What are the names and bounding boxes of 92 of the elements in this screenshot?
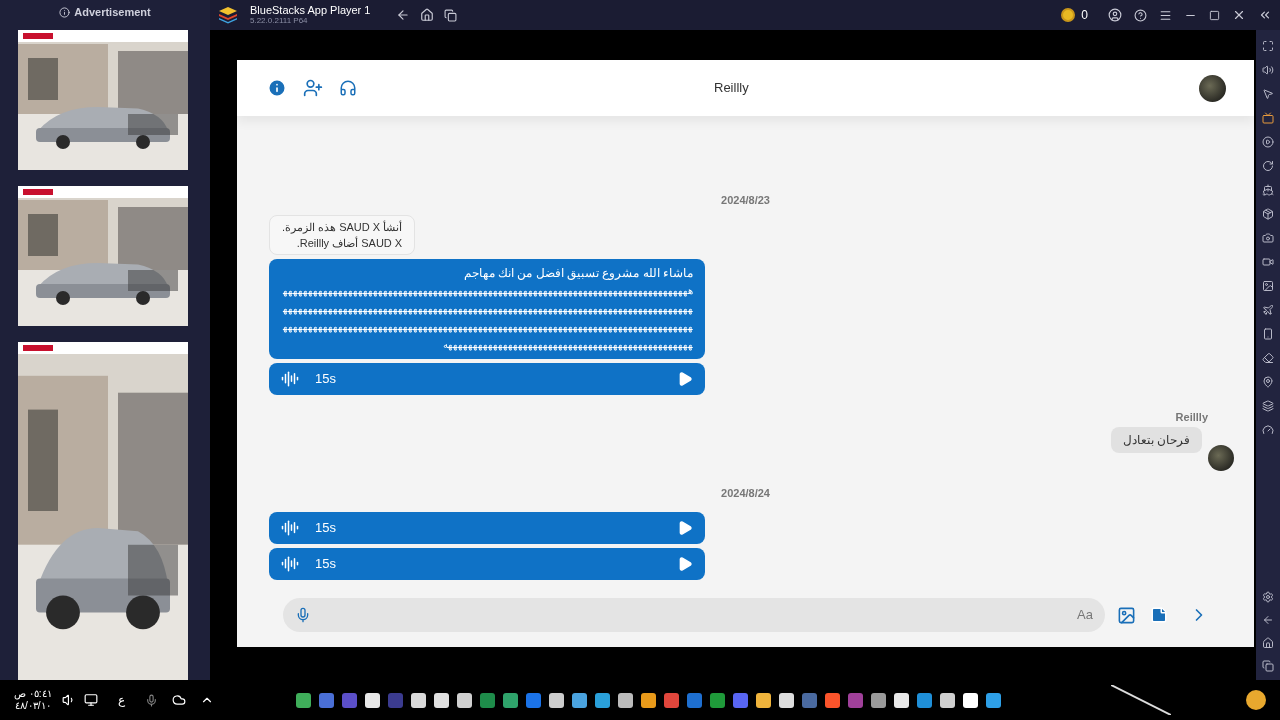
date: ٤٨/٠٣/١٠ — [15, 700, 51, 712]
gauge-icon[interactable] — [1262, 424, 1274, 436]
taskbar-app-icon[interactable] — [916, 692, 932, 708]
avatar[interactable] — [1199, 74, 1226, 102]
taskbar-app-icon[interactable] — [456, 692, 472, 708]
taskbar-app-icon[interactable] — [548, 692, 564, 708]
message-bar[interactable]: Aa — [283, 598, 1105, 632]
taskbar-app-icon[interactable] — [824, 692, 840, 708]
close-icon[interactable] — [1232, 8, 1246, 22]
message-bubble: فرحان بتعادل — [1110, 427, 1202, 453]
info-icon[interactable] — [267, 78, 287, 98]
taskbar-app-icon[interactable] — [502, 692, 518, 708]
sender-name: Reillly — [1175, 409, 1208, 425]
collapse-icon[interactable] — [1258, 8, 1272, 22]
pointer-icon[interactable] — [1262, 88, 1274, 100]
info-icon — [59, 7, 71, 18]
coin-count: 0 — [1081, 7, 1088, 24]
taskbar-app-icon[interactable] — [939, 692, 955, 708]
avatar[interactable] — [1208, 445, 1234, 471]
settings-icon[interactable] — [1262, 591, 1274, 603]
airplane-icon[interactable] — [1262, 304, 1274, 316]
voice-message[interactable]: 15s — [269, 362, 705, 395]
phone-icon[interactable] — [1262, 328, 1274, 340]
taskbar-app-icon[interactable] — [778, 692, 794, 708]
image-icon[interactable] — [1117, 605, 1136, 625]
taskbar-app-icon[interactable] — [410, 692, 426, 708]
app-logo — [218, 6, 238, 24]
date-separator: 2024/8/23 — [721, 193, 770, 208]
camera-icon[interactable] — [1262, 232, 1274, 244]
taskbar-app-icon[interactable] — [755, 692, 771, 708]
add-user-icon[interactable] — [303, 78, 323, 98]
home-icon[interactable] — [1262, 637, 1274, 649]
voice-message[interactable]: 15s — [269, 547, 705, 580]
tv-icon[interactable] — [1262, 112, 1274, 124]
duration: 15s — [315, 369, 336, 388]
taskbar-app-icon[interactable] — [962, 692, 978, 708]
duration: 15s — [315, 518, 336, 537]
play-icon[interactable] — [677, 555, 693, 572]
headset-icon[interactable] — [339, 79, 357, 97]
play-icon[interactable] — [677, 519, 693, 536]
windows-icon[interactable] — [444, 8, 458, 22]
taskbar-app-icon[interactable] — [617, 692, 633, 708]
mic-icon[interactable] — [144, 693, 158, 707]
fullscreen-icon[interactable] — [1262, 40, 1274, 52]
menu-icon[interactable] — [1159, 8, 1172, 22]
taskbar-app-icon[interactable] — [985, 692, 1001, 708]
taskbar-app-icon[interactable] — [364, 692, 380, 708]
date-separator: 2024/8/24 — [721, 486, 770, 501]
play-icon[interactable] — [677, 370, 693, 387]
clock: ٠٥:٤١ ص — [14, 688, 52, 700]
rotate-icon[interactable] — [1262, 160, 1274, 172]
taskbar-app-icon[interactable] — [433, 692, 449, 708]
restore-icon[interactable] — [1209, 9, 1220, 21]
system-notice: أنشأ SAUD X هذه الزمرة. SAUD X أضاف Reillly. — [269, 214, 416, 255]
home-icon[interactable] — [420, 8, 435, 22]
layers-icon[interactable] — [1262, 400, 1274, 412]
version-label: 5.22.0.2111 P64 — [250, 17, 309, 25]
coin-icon — [1061, 8, 1076, 22]
windows-icon[interactable] — [1262, 660, 1274, 672]
back-icon[interactable] — [396, 8, 411, 22]
profile-icon[interactable] — [1246, 690, 1266, 710]
account-icon[interactable] — [1108, 8, 1122, 22]
ship-icon[interactable] — [1262, 184, 1274, 196]
image-icon[interactable] — [1262, 280, 1274, 292]
back-icon[interactable] — [1262, 614, 1274, 626]
ad-label: Advertisement — [74, 5, 151, 21]
eraser-icon[interactable] — [1262, 352, 1274, 364]
network-icon[interactable] — [83, 693, 98, 707]
chat-title: Reillly — [714, 79, 749, 98]
message-bubble: ماشاء الله مشروع تسبيق افضل من انك مهاجم هههههههههههههههههههههههههههههههههههههههههههههههههههههههههههههههههههههههههههههههههههههههههههههههههههههههههههههههههههههههههههههههههههههههههههههههههههههههههههههههههههههههههههههههههههههههههههههههههههههههههههههههههههههههههههههههههههههههههههههههههههههههههههههههههههههههههههههههههههههههههههههههههههههههه — [269, 258, 705, 359]
location-icon[interactable] — [1262, 376, 1274, 388]
language-indicator[interactable]: ع — [117, 691, 125, 709]
play-circle-icon[interactable] — [1262, 136, 1274, 148]
mic-icon[interactable] — [295, 607, 311, 623]
taskbar-app-icon[interactable] — [571, 692, 587, 708]
video-icon[interactable] — [1262, 256, 1274, 268]
taskbar-app-icon[interactable] — [640, 692, 656, 708]
taskbar-app-icon[interactable] — [594, 692, 610, 708]
taskbar-app-icon[interactable] — [295, 692, 311, 708]
duration: 15s — [315, 554, 336, 573]
taskbar-app-icon[interactable] — [870, 692, 886, 708]
waveform-icon — [281, 369, 299, 388]
waveform-icon — [281, 554, 299, 573]
waveform-icon — [281, 518, 299, 537]
cloud-icon[interactable] — [171, 693, 186, 707]
window-title: BlueStacks App Player 1 — [250, 5, 371, 16]
message-field[interactable]: Aa — [311, 605, 1093, 625]
voice-message[interactable]: 15s — [269, 511, 705, 544]
help-icon[interactable] — [1134, 8, 1147, 22]
speaker-icon[interactable] — [1262, 64, 1274, 76]
taskbar-app-icon[interactable] — [893, 692, 909, 708]
package-icon[interactable] — [1262, 208, 1274, 220]
